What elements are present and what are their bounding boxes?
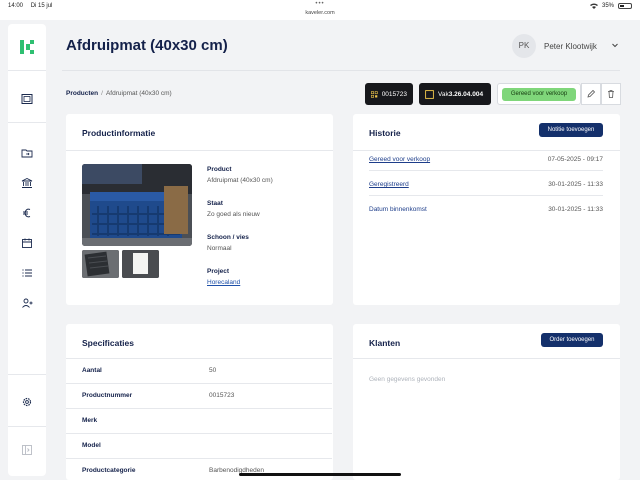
- calendar-icon[interactable]: [21, 237, 33, 249]
- ios-status-bar: 14:00 Di 15 jul ••• kaveler.com 35%: [0, 0, 640, 20]
- spec-row: Merk: [66, 408, 332, 433]
- history-divider: [369, 195, 603, 196]
- box-icon: [425, 89, 434, 99]
- spec-label: Merk: [82, 417, 98, 424]
- edit-button[interactable]: [581, 83, 601, 105]
- spec-label: Productnummer: [82, 392, 133, 399]
- user-name[interactable]: Peter Klootwijk: [544, 42, 597, 51]
- spec-row: Model: [66, 433, 332, 458]
- field-value-cleanliness: Normaal: [207, 245, 232, 252]
- product-photo-image: [82, 164, 192, 246]
- sidebar-divider: [8, 70, 46, 71]
- history-entry-date: 30-01-2025 - 11:33: [548, 181, 603, 188]
- trash-icon: [608, 90, 614, 98]
- delete-button[interactable]: [601, 83, 621, 105]
- status-selector[interactable]: Gereed voor verkoop: [497, 83, 581, 105]
- home-indicator[interactable]: [239, 473, 401, 476]
- history-entry: Geregistreerd 30-01-2025 - 11:33: [369, 181, 603, 206]
- spec-row: Productcategorie Barbenodigdheden: [66, 458, 332, 480]
- dashboard-icon[interactable]: [21, 93, 33, 105]
- empty-state: Geen gegevens gevonden: [369, 376, 446, 383]
- field-label-condition: Staat: [207, 200, 223, 207]
- page-title: Afdruipmat (40x30 cm): [66, 37, 228, 54]
- avatar[interactable]: PK: [512, 34, 536, 58]
- qr-icon: [371, 90, 378, 98]
- browser-url[interactable]: kaveler.com: [0, 10, 640, 16]
- card-divider: [66, 150, 333, 151]
- breadcrumb-root[interactable]: Producten: [66, 90, 98, 97]
- header-divider: [62, 70, 620, 71]
- settings-icon[interactable]: [21, 396, 33, 408]
- add-note-button[interactable]: Notitie toevoegen: [539, 123, 603, 137]
- location-label: Vak3.26.04.004: [438, 91, 483, 98]
- sidebar-divider: [8, 426, 46, 427]
- battery-percent: 35%: [601, 3, 614, 9]
- sidebar-divider: [8, 374, 46, 375]
- location-value: 3.26.04.004: [448, 90, 484, 98]
- card-divider: [353, 150, 620, 151]
- customers-title: Klanten: [369, 338, 401, 348]
- collapse-icon[interactable]: [21, 444, 33, 456]
- history-divider: [369, 170, 603, 171]
- brand-logo-icon[interactable]: [20, 40, 34, 54]
- location-chip[interactable]: Vak3.26.04.004: [419, 83, 491, 105]
- edit-icon: [587, 89, 596, 98]
- product-info-title: Productinformatie: [82, 128, 156, 138]
- bank-icon[interactable]: [21, 177, 33, 189]
- product-photo-thumb[interactable]: [122, 250, 159, 278]
- spec-value: 0015723: [209, 392, 235, 399]
- product-photo-main[interactable]: [82, 164, 192, 246]
- status-right: 35%: [589, 3, 632, 9]
- euro-icon[interactable]: [21, 207, 33, 219]
- product-info-card: Productinformatie Product Afdruipmat (40…: [66, 114, 333, 305]
- spec-row: Aantal 50: [66, 358, 332, 383]
- spec-value: 50: [209, 367, 217, 374]
- field-label-product: Product: [207, 166, 232, 173]
- product-code-chip[interactable]: 0015723: [365, 83, 413, 105]
- product-photo-thumb[interactable]: [82, 250, 119, 278]
- folder-icon[interactable]: [21, 147, 33, 159]
- history-entry-date: 30-01-2025 - 11:33: [548, 206, 603, 213]
- list-icon[interactable]: [21, 267, 33, 279]
- field-value-condition: Zo goed als nieuw: [207, 211, 260, 218]
- sidebar: [8, 24, 46, 476]
- project-link[interactable]: Horecaland: [207, 279, 240, 286]
- field-value-product: Afdruipmat (40x30 cm): [207, 177, 273, 184]
- product-photo-image: [122, 250, 159, 278]
- specs-card: Specificaties Aantal 50 Productnummer 00…: [66, 324, 333, 480]
- specs-title: Specificaties: [82, 338, 134, 348]
- user-group-icon[interactable]: [21, 297, 33, 309]
- location-prefix: Vak: [438, 90, 449, 98]
- product-code: 0015723: [381, 90, 407, 98]
- breadcrumb-current: Afdruipmat (40x30 cm): [105, 90, 172, 97]
- add-order-button[interactable]: Order toevoegen: [541, 333, 603, 347]
- battery-icon: [618, 3, 632, 9]
- history-card: Historie Notitie toevoegen Gereed voor v…: [353, 114, 620, 305]
- status-badge: Gereed voor verkoop: [502, 88, 576, 101]
- customers-card: Klanten Order toevoegen Geen gegevens ge…: [353, 324, 620, 480]
- field-label-cleanliness: Schoon / vies: [207, 234, 249, 241]
- sidebar-divider: [8, 122, 46, 123]
- breadcrumb: Producten / Afdruipmat (40x30 cm): [66, 90, 172, 97]
- spec-label: Productcategorie: [82, 467, 136, 474]
- chevron-down-icon[interactable]: [611, 41, 619, 49]
- field-label-project: Project: [207, 268, 230, 275]
- history-entry-date: 07-05-2025 - 09:17: [547, 156, 603, 163]
- breadcrumb-separator: /: [101, 90, 103, 97]
- card-divider: [353, 358, 620, 359]
- history-title: Historie: [369, 128, 401, 138]
- history-entry: Gereed voor verkoop 07-05-2025 - 09:17: [369, 156, 603, 181]
- history-entry: Datum binnenkomst 30-01-2025 - 11:33: [369, 206, 603, 231]
- product-photo-image: [82, 250, 119, 278]
- spec-row: Productnummer 0015723: [66, 383, 332, 408]
- multitask-dots[interactable]: •••: [0, 1, 640, 7]
- history-entry-label[interactable]: Gereed voor verkoop: [369, 156, 430, 163]
- history-entry-label[interactable]: Geregistreerd: [369, 181, 409, 188]
- history-entry-label: Datum binnenkomst: [369, 206, 427, 213]
- spec-label: Aantal: [82, 367, 102, 374]
- wifi-icon: [589, 3, 598, 9]
- spec-label: Model: [82, 442, 101, 449]
